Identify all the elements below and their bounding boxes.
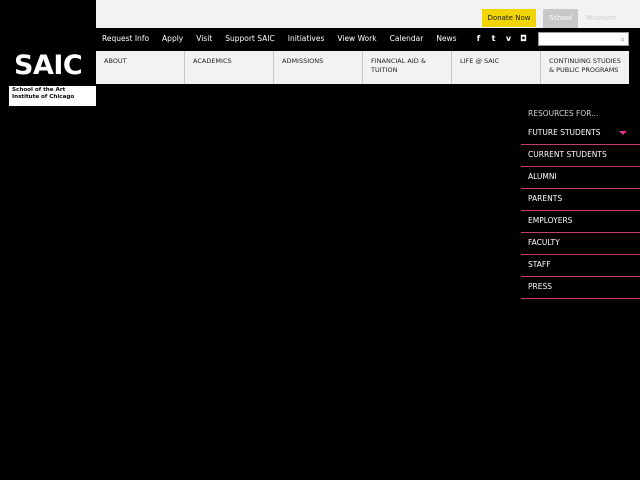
- resource-label: ALUMNI: [528, 172, 557, 181]
- search-icon[interactable]: ⌕: [621, 34, 625, 45]
- nav-admissions[interactable]: ADMISSIONS: [274, 51, 363, 84]
- resource-press[interactable]: PRESS: [521, 277, 640, 299]
- saic-logo[interactable]: SAIC School of the Art Institute of Chic…: [0, 0, 96, 108]
- donate-button[interactable]: Donate Now: [482, 9, 536, 27]
- caret-down-icon[interactable]: [619, 131, 627, 135]
- museum-tab[interactable]: Museum: [584, 9, 618, 28]
- utility-link-request-info[interactable]: Request Info: [102, 33, 149, 45]
- resource-label: FACULTY: [528, 238, 560, 247]
- facebook-icon[interactable]: f: [474, 33, 483, 45]
- search-input[interactable]: ⌕: [538, 32, 629, 46]
- instagram-icon[interactable]: ◘: [519, 33, 528, 45]
- logo-wordmark: SAIC: [14, 50, 83, 81]
- utility-link-initiatives[interactable]: Initiatives: [288, 33, 325, 45]
- vimeo-icon[interactable]: v: [504, 33, 513, 45]
- resource-label: FUTURE STUDENTS: [528, 128, 601, 137]
- utility-link-apply[interactable]: Apply: [162, 33, 183, 45]
- main-nav: ABOUT ACADEMICS ADMISSIONS FINANCIAL AID…: [96, 51, 629, 84]
- school-tab[interactable]: School: [543, 9, 578, 28]
- resource-label: EMPLOYERS: [528, 216, 573, 225]
- resource-label: CURRENT STUDENTS: [528, 150, 607, 159]
- utility-link-visit[interactable]: Visit: [196, 33, 212, 45]
- nav-academics[interactable]: ACADEMICS: [185, 51, 274, 84]
- resource-faculty[interactable]: FACULTY: [521, 233, 640, 255]
- resource-staff[interactable]: STAFF: [521, 255, 640, 277]
- social-links: f t v ◘: [474, 33, 528, 45]
- twitter-icon[interactable]: t: [489, 33, 498, 45]
- resource-employers[interactable]: EMPLOYERS: [521, 211, 640, 233]
- resource-label: PARENTS: [528, 194, 563, 203]
- resources-title: RESOURCES FOR...: [528, 109, 599, 118]
- utility-link-calendar[interactable]: Calendar: [390, 33, 424, 45]
- utility-nav: Request Info Apply Visit Support SAIC In…: [102, 33, 470, 45]
- resource-label: PRESS: [528, 282, 552, 291]
- utility-link-view-work[interactable]: View Work: [337, 33, 376, 45]
- nav-about[interactable]: ABOUT: [96, 51, 185, 84]
- resource-future-students[interactable]: FUTURE STUDENTS: [521, 123, 640, 145]
- nav-life-at-saic[interactable]: LIFE @ SAIC: [452, 51, 541, 84]
- resource-current-students[interactable]: CURRENT STUDENTS: [521, 145, 640, 167]
- resources-menu: RESOURCES FOR... FUTURE STUDENTS CURRENT…: [521, 105, 640, 299]
- nav-financial-aid[interactable]: FINANCIAL AID & TUITION: [363, 51, 452, 84]
- utility-link-support[interactable]: Support SAIC: [225, 33, 275, 45]
- nav-continuing-studies[interactable]: CONTINUING STUDIES & PUBLIC PROGRAMS: [541, 51, 629, 84]
- logo-subtitle: School of the Art Institute of Chicago: [9, 86, 96, 106]
- resource-alumni[interactable]: ALUMNI: [521, 167, 640, 189]
- resource-label: STAFF: [528, 260, 551, 269]
- resource-parents[interactable]: PARENTS: [521, 189, 640, 211]
- top-bar: Donate Now School Museum: [0, 0, 640, 28]
- utility-link-news[interactable]: News: [436, 33, 456, 45]
